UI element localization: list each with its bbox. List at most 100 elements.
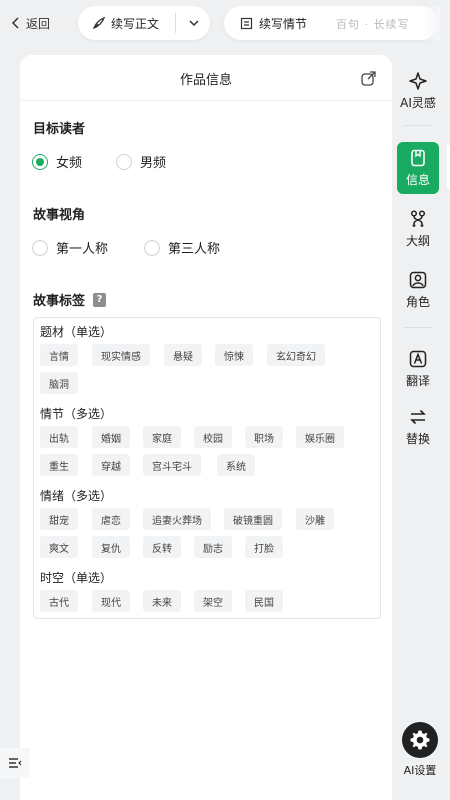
- rail-label: 角色: [405, 295, 430, 309]
- tag-chip[interactable]: 虐恋: [92, 508, 130, 530]
- story-tags-title: 故事标签 ?: [33, 290, 107, 309]
- tags-box: 题材（单选） 言情 现实情感 悬疑 惊悚 玄幻奇幻 脑洞 情节（多选） 出轨 婚…: [33, 317, 381, 619]
- tag-chip[interactable]: 言情: [40, 344, 78, 366]
- right-rail: AI灵感 信息 大纲 角色 翻译 替换: [393, 55, 450, 800]
- fade-overlay: [422, 6, 440, 40]
- radio-label: 第一人称: [56, 242, 109, 257]
- radio-label: 男频: [140, 156, 167, 171]
- popout-icon[interactable]: [360, 69, 378, 87]
- menu-collapse-icon: [9, 758, 22, 768]
- pen-nib-icon: [92, 16, 106, 30]
- tag-chip[interactable]: 未来: [143, 590, 181, 612]
- collapse-sidebar-button[interactable]: [0, 748, 30, 778]
- rail-divider: [403, 125, 433, 126]
- radio-first-person[interactable]: 第一人称: [32, 238, 144, 257]
- radio-dot: [32, 153, 48, 170]
- tag-chip[interactable]: 职场: [245, 426, 283, 448]
- info-doc-icon: [411, 149, 425, 167]
- target-reader-options: 女频 男频: [32, 152, 166, 171]
- rail-item-translate[interactable]: 翻译: [397, 343, 439, 395]
- group-title-plot: 情节（多选）: [40, 407, 113, 421]
- gear-wrapper: [402, 722, 438, 758]
- tag-chip[interactable]: 古代: [40, 590, 78, 612]
- radio-dot: [116, 153, 132, 170]
- tag-chip[interactable]: 玄幻奇幻: [267, 344, 325, 366]
- continue-plot-group: 续写情节 百句 · 长续写: [224, 6, 440, 40]
- work-info-panel: 作品信息 目标读者 女频 男频 故事视角 第一人称 第三人称 故事标签 ? 题材…: [20, 55, 392, 800]
- top-bar: 返回 续写正文 续写情节 百句 · 长续写: [0, 0, 450, 48]
- tag-chip[interactable]: 打脸: [245, 536, 283, 558]
- document-list-icon: [240, 17, 253, 29]
- radio-label: 女频: [56, 156, 83, 171]
- continue-writing-dropdown[interactable]: [180, 6, 208, 40]
- ai-settings-button[interactable]: AI设置: [396, 722, 444, 778]
- rail-item-ai-inspiration[interactable]: AI灵感: [397, 65, 439, 117]
- tag-chip[interactable]: 出轨: [40, 426, 78, 448]
- translate-icon: [409, 350, 427, 368]
- tag-chip[interactable]: 婚姻: [92, 426, 130, 448]
- tag-chip[interactable]: 架空: [194, 590, 232, 612]
- continue-writing-group: 续写正文: [78, 6, 210, 40]
- sparkle-icon: [409, 72, 427, 90]
- chevron-left-icon: [11, 17, 19, 29]
- radio-female[interactable]: 女频: [32, 152, 116, 171]
- rail-label: AI灵感: [400, 96, 436, 110]
- tag-chip[interactable]: 校园: [194, 426, 232, 448]
- tag-chip[interactable]: 宫斗宅斗: [143, 454, 201, 476]
- tag-chip[interactable]: 反转: [143, 536, 181, 558]
- tag-chip[interactable]: 重生: [40, 454, 78, 476]
- back-label: 返回: [26, 16, 51, 31]
- rail-label: 替换: [405, 432, 430, 446]
- tag-chip[interactable]: 悬疑: [164, 344, 202, 366]
- tag-chip[interactable]: 甜宠: [40, 508, 78, 530]
- rail-item-characters[interactable]: 角色: [397, 264, 439, 316]
- tag-chip[interactable]: 现代: [92, 590, 130, 612]
- rail-item-info[interactable]: 信息: [397, 142, 439, 194]
- tag-chip[interactable]: 娱乐圈: [296, 426, 344, 448]
- perspective-title-text: 故事视角: [33, 208, 86, 223]
- tag-chip[interactable]: 复仇: [92, 536, 130, 558]
- story-tags-title-text: 故事标签: [33, 294, 86, 309]
- outline-icon: [410, 210, 426, 227]
- person-icon: [409, 271, 427, 289]
- target-reader-title: 目标读者: [33, 118, 85, 137]
- panel-header: 作品信息: [20, 55, 392, 101]
- tag-chip[interactable]: 系统: [217, 454, 255, 476]
- tag-chip[interactable]: 家庭: [143, 426, 181, 448]
- rail-item-outline[interactable]: 大纲: [397, 203, 439, 255]
- gear-icon: [410, 730, 430, 750]
- back-button[interactable]: 返回: [10, 12, 50, 34]
- rail-divider: [403, 327, 433, 328]
- tag-chip[interactable]: 现实情感: [92, 344, 150, 366]
- tag-chip[interactable]: 民国: [245, 590, 283, 612]
- rail-item-replace[interactable]: 替换: [397, 401, 439, 453]
- rail-label: 信息: [405, 173, 430, 187]
- tag-chip[interactable]: 追妻火葬场: [143, 508, 211, 530]
- tag-chip[interactable]: 惊悚: [215, 344, 253, 366]
- tag-chip[interactable]: 脑洞: [40, 372, 78, 394]
- continue-plot-button[interactable]: 续写情节: [224, 6, 307, 40]
- continue-writing-button[interactable]: 续写正文: [78, 6, 159, 40]
- target-reader-title-text: 目标读者: [33, 122, 86, 137]
- ai-settings-label: AI设置: [403, 764, 437, 777]
- radio-label: 第三人称: [168, 242, 221, 257]
- radio-male[interactable]: 男频: [116, 152, 166, 171]
- rail-label: 翻译: [405, 374, 430, 388]
- tag-chip[interactable]: 爽文: [40, 536, 78, 558]
- panel-title: 作品信息: [179, 73, 232, 88]
- radio-third-person[interactable]: 第三人称: [144, 238, 220, 257]
- radio-dot: [144, 239, 160, 256]
- tag-chip[interactable]: 励志: [194, 536, 232, 558]
- group-title-genre: 题材（单选）: [40, 325, 113, 339]
- tag-chip[interactable]: 破镜重圆: [224, 508, 282, 530]
- radio-dot: [32, 239, 48, 256]
- continue-plot-label: 续写情节: [259, 16, 308, 31]
- group-title-era: 时空（单选）: [40, 571, 113, 585]
- faded-toolbar-text: 百句 · 长续写: [336, 18, 410, 31]
- continue-writing-label: 续写正文: [111, 16, 160, 31]
- chevron-down-icon: [189, 20, 199, 27]
- group-title-mood: 情绪（多选）: [40, 489, 113, 503]
- tag-chip[interactable]: 穿越: [92, 454, 130, 476]
- help-icon[interactable]: ?: [93, 292, 107, 307]
- tag-chip[interactable]: 沙雕: [296, 508, 334, 530]
